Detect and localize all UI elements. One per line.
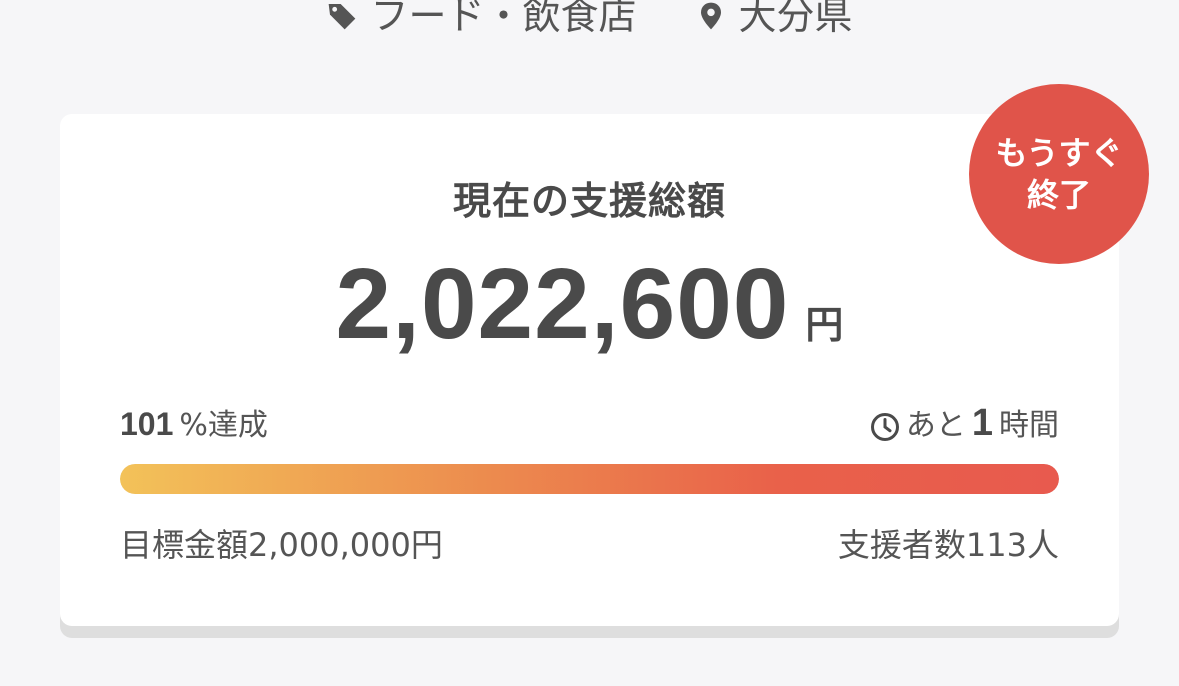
funding-amount: 2,022,600 <box>335 248 790 360</box>
funding-amount-row: 2,022,600 円 <box>60 254 1119 354</box>
funding-card: 現在の支援総額 2,022,600 円 101 %達成 あと 1 時間 目標金額… <box>60 114 1119 626</box>
achievement-rate: 101 %達成 <box>120 400 268 444</box>
map-pin-icon <box>700 2 721 30</box>
project-funding-panel: フード・飲食店 大分県 現在の支援総額 2,022,600 円 101 %達成 <box>0 0 1179 686</box>
funding-progress-fill <box>120 464 1059 494</box>
clock-icon <box>870 412 899 441</box>
funding-title: 現在の支援総額 <box>452 179 726 223</box>
supporter-count: 支援者数113人 <box>837 526 1059 564</box>
badge-line-1: もうすぐ <box>995 134 1123 172</box>
project-meta-row: フード・飲食店 大分県 <box>0 0 1179 46</box>
goal-amount: 目標金額2,000,000円 <box>120 526 443 564</box>
funding-footer-row: 目標金額2,000,000円 支援者数113人 <box>120 520 1059 566</box>
funding-amount-unit: 円 <box>805 303 844 347</box>
funding-stats-row: 101 %達成 あと 1 時間 <box>120 400 1059 445</box>
time-remaining: あと 1 時間 <box>870 400 1059 445</box>
category-label: フード・飲食店 <box>370 0 637 38</box>
achievement-number: 101 <box>120 406 174 442</box>
time-remaining-suffix: 時間 <box>999 408 1059 443</box>
location-label: 大分県 <box>738 0 853 38</box>
time-remaining-number: 1 <box>971 402 993 444</box>
time-remaining-prefix: あと <box>905 408 966 443</box>
category-link[interactable]: フード・飲食店 <box>326 0 637 46</box>
badge-line-2: 終了 <box>1026 176 1091 214</box>
location-link[interactable]: 大分県 <box>695 0 853 46</box>
funding-progress-bar <box>120 464 1059 494</box>
ending-soon-badge: もうすぐ 終了 <box>969 84 1149 264</box>
achievement-label: %達成 <box>179 408 268 443</box>
tag-icon <box>329 4 356 30</box>
